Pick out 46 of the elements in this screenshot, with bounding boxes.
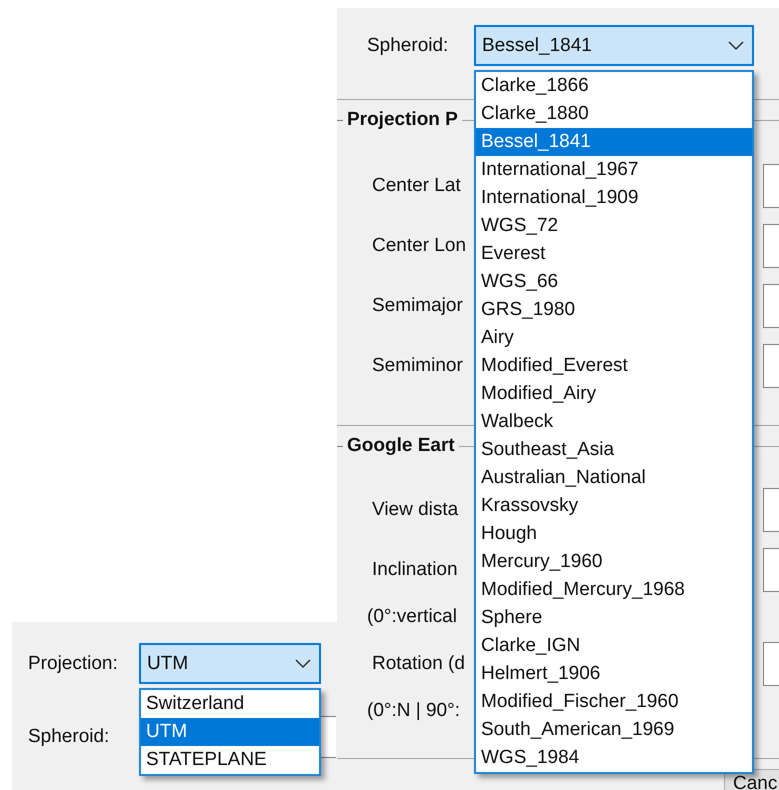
dropdown-option[interactable]: WGS_1984: [476, 744, 752, 772]
dropdown-option[interactable]: WGS_72: [476, 212, 752, 240]
dropdown-option[interactable]: Southeast_Asia: [476, 436, 752, 464]
dropdown-option[interactable]: Krassovsky: [476, 492, 752, 520]
dropdown-option[interactable]: Walbeck: [476, 408, 752, 436]
field-label: View dista: [372, 499, 458, 521]
dropdown-option[interactable]: Mercury_1960: [476, 548, 752, 576]
dropdown-option[interactable]: International_1967: [476, 156, 752, 184]
dropdown-option[interactable]: WGS_66: [476, 268, 752, 296]
dropdown-option[interactable]: International_1909: [476, 184, 752, 212]
dropdown-option[interactable]: STATEPLANE: [141, 746, 319, 774]
dropdown-option[interactable]: Airy: [476, 324, 752, 352]
dropdown-option[interactable]: Switzerland: [141, 690, 319, 718]
spheroid-label: Spheroid:: [367, 34, 450, 56]
field-label: Center Lat: [372, 175, 461, 197]
dropdown-option[interactable]: Hough: [476, 520, 752, 548]
dropdown-option[interactable]: Everest: [476, 240, 752, 268]
dropdown-option[interactable]: Sphere: [476, 604, 752, 632]
projection-label: Projection:: [28, 652, 119, 674]
dropdown-option[interactable]: Clarke_1866: [476, 72, 752, 100]
dropdown-option[interactable]: Modified_Airy: [476, 380, 752, 408]
hint-text: (0°:vertical: [367, 606, 457, 628]
field-label: Center Lon: [372, 235, 466, 257]
dropdown-option[interactable]: GRS_1980: [476, 296, 752, 324]
field-label: Semiminor: [372, 355, 463, 377]
spheroid-label: Spheroid:: [28, 726, 110, 748]
group-title: Google Eart: [346, 435, 456, 457]
dropdown-option[interactable]: Clarke_1880: [476, 100, 752, 128]
field-label: Rotation (d: [372, 653, 465, 675]
dropdown-option[interactable]: Clarke_IGN: [476, 632, 752, 660]
dropdown-option[interactable]: Bessel_1841: [476, 128, 752, 156]
field-label: Inclination: [372, 559, 458, 581]
dropdown-combo[interactable]: Bessel_1841: [474, 25, 754, 66]
dropdown-option[interactable]: Modified_Mercury_1968: [476, 576, 752, 604]
field-label: Semimajor: [372, 295, 463, 317]
chevron-down-icon: [728, 40, 744, 50]
chevron-down-icon: [295, 658, 311, 668]
dropdown-option[interactable]: Helmert_1906: [476, 660, 752, 688]
dropdown-combo[interactable]: UTM: [139, 643, 321, 684]
dropdown-option[interactable]: Australian_National: [476, 464, 752, 492]
dropdown-option[interactable]: UTM: [141, 718, 319, 746]
group-title: Projection P: [346, 109, 459, 131]
dropdown-option[interactable]: South_American_1969: [476, 716, 752, 744]
dropdown-option[interactable]: Modified_Fischer_1960: [476, 688, 752, 716]
dropdown-option[interactable]: Modified_Everest: [476, 352, 752, 380]
hint-text: (0°:N | 90°:: [367, 700, 460, 722]
